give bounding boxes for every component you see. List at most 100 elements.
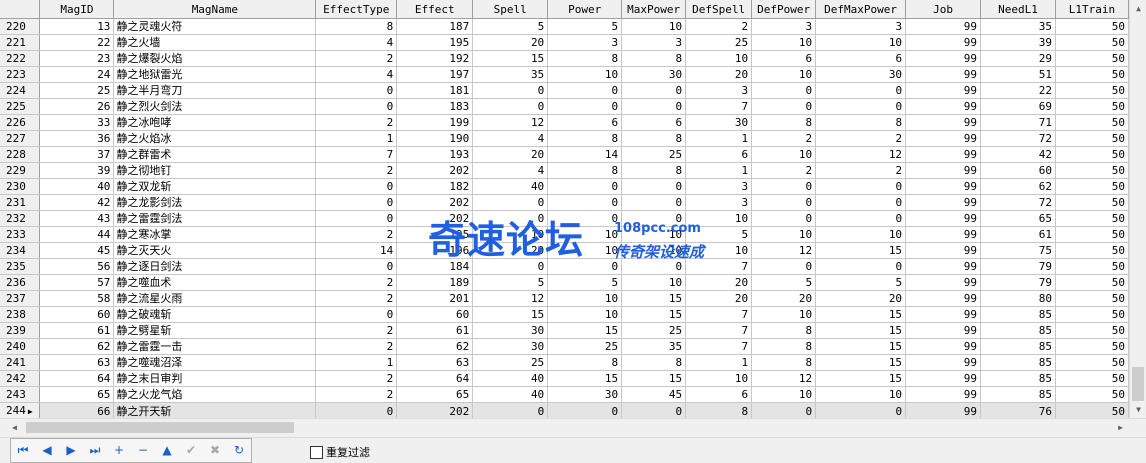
table-row[interactable]: 221 22 静之火墙 4 195 20 3 3 25 10 10 99 39 50 — [0, 34, 1129, 51]
cell-defpower[interactable]: 0 — [751, 194, 817, 211]
row-indicator[interactable]: 220 — [0, 18, 41, 35]
cell-effect[interactable]: 181 — [396, 82, 474, 99]
cell-l1train[interactable]: 50 — [1055, 338, 1129, 355]
cell-l1train[interactable]: 50 — [1055, 274, 1129, 291]
magic-data-grid[interactable]: MagID MagName EffectType Effect Spell Power Ma… — [0, 0, 1129, 418]
scroll-right-arrow-icon[interactable]: ▶ — [1112, 419, 1129, 436]
row-indicator[interactable]: 237 — [0, 290, 41, 307]
table-row[interactable]: 234 45 静之灭天火 14 196 20 10 10 10 12 15 99 75 50 — [0, 242, 1129, 259]
cell-spell[interactable]: 4 — [472, 130, 549, 147]
cell-defpower[interactable]: 0 — [751, 402, 817, 418]
cell-needl1[interactable]: 79 — [980, 274, 1056, 291]
cell-l1train[interactable]: 50 — [1055, 386, 1129, 403]
cell-effecttype[interactable]: 0 — [315, 258, 398, 275]
cell-effect[interactable]: 197 — [396, 66, 474, 83]
cell-job[interactable]: 99 — [905, 114, 981, 131]
cell-needl1[interactable]: 51 — [980, 66, 1056, 83]
cell-magname[interactable]: 静之半月弯刀 — [113, 82, 317, 99]
cell-effect[interactable]: 182 — [396, 178, 474, 195]
cell-magid[interactable]: 43 — [39, 210, 115, 227]
cell-effect[interactable]: 65 — [396, 386, 474, 403]
cell-defpower[interactable]: 0 — [751, 98, 817, 115]
column-header-effecttype[interactable]: EffectType — [315, 0, 398, 19]
table-row[interactable]: 224 25 静之半月弯刀 0 181 0 0 0 3 0 0 99 22 50 — [0, 82, 1129, 99]
cell-defpower[interactable]: 20 — [751, 290, 817, 307]
cell-magid[interactable]: 39 — [39, 162, 115, 179]
table-row[interactable]: 226 33 静之冰咆哮 2 199 12 6 6 30 8 8 99 71 50 — [0, 114, 1129, 131]
cell-effect[interactable]: 195 — [396, 226, 474, 243]
table-row[interactable]: 238 60 静之破魂斩 0 60 15 10 15 7 10 15 99 85 50 — [0, 306, 1129, 323]
cell-magname[interactable]: 静之雷霆剑法 — [113, 210, 317, 227]
horizontal-scroll-thumb[interactable] — [26, 422, 294, 433]
cell-effect[interactable]: 189 — [396, 274, 474, 291]
cell-spell[interactable]: 30 — [472, 338, 549, 355]
cell-maxpower[interactable]: 8 — [621, 130, 687, 147]
cell-power[interactable]: 8 — [547, 130, 623, 147]
cell-spell[interactable]: 30 — [472, 322, 549, 339]
cell-spell[interactable]: 20 — [472, 242, 549, 259]
row-indicator[interactable]: 224 — [0, 82, 41, 99]
cell-needl1[interactable]: 85 — [980, 338, 1056, 355]
cell-needl1[interactable]: 80 — [980, 290, 1056, 307]
table-row[interactable]: 236 57 静之噬血术 2 189 5 5 10 20 5 5 99 79 50 — [0, 274, 1129, 291]
cell-maxpower[interactable]: 8 — [621, 50, 687, 67]
cell-defpower[interactable]: 2 — [751, 130, 817, 147]
cell-effecttype[interactable]: 4 — [315, 66, 398, 83]
cell-defmaxpower[interactable]: 15 — [815, 338, 907, 355]
cell-defpower[interactable]: 8 — [751, 322, 817, 339]
cell-defpower[interactable]: 0 — [751, 210, 817, 227]
cell-power[interactable]: 0 — [547, 402, 623, 418]
cell-job[interactable]: 99 — [905, 146, 981, 163]
cell-maxpower[interactable]: 15 — [621, 306, 687, 323]
cell-defpower[interactable]: 8 — [751, 114, 817, 131]
cell-effect[interactable]: 61 — [396, 322, 474, 339]
row-indicator[interactable]: 234 — [0, 242, 41, 259]
cell-job[interactable]: 99 — [905, 162, 981, 179]
next-record-button[interactable]: ▶ — [59, 439, 83, 461]
cell-defmaxpower[interactable]: 15 — [815, 306, 907, 323]
cell-defspell[interactable]: 1 — [685, 354, 753, 371]
cell-needl1[interactable]: 85 — [980, 306, 1056, 323]
insert-record-button[interactable]: + — [107, 439, 131, 461]
scroll-left-arrow-icon[interactable]: ◀ — [6, 419, 23, 436]
table-row[interactable]: 220 13 静之灵魂火符 8 187 5 5 10 2 3 3 99 35 50 — [0, 18, 1129, 35]
cell-defspell[interactable]: 20 — [685, 274, 753, 291]
cell-power[interactable]: 6 — [547, 114, 623, 131]
cell-effecttype[interactable]: 2 — [315, 370, 398, 387]
cell-defspell[interactable]: 1 — [685, 130, 753, 147]
cell-defmaxpower[interactable]: 0 — [815, 194, 907, 211]
cell-needl1[interactable]: 85 — [980, 370, 1056, 387]
cell-maxpower[interactable]: 25 — [621, 146, 687, 163]
cell-effecttype[interactable]: 4 — [315, 34, 398, 51]
cell-defmaxpower[interactable]: 5 — [815, 274, 907, 291]
row-indicator[interactable]: 228 — [0, 146, 41, 163]
cell-spell[interactable]: 12 — [472, 290, 549, 307]
cell-defspell[interactable]: 25 — [685, 34, 753, 51]
row-indicator[interactable]: 223 — [0, 66, 41, 83]
cell-defpower[interactable]: 12 — [751, 242, 817, 259]
cell-job[interactable]: 99 — [905, 354, 981, 371]
cell-defspell[interactable]: 3 — [685, 178, 753, 195]
cell-defpower[interactable]: 0 — [751, 178, 817, 195]
cell-needl1[interactable]: 85 — [980, 354, 1056, 371]
cell-effect[interactable]: 60 — [396, 306, 474, 323]
cell-defmaxpower[interactable]: 2 — [815, 130, 907, 147]
cell-defspell[interactable]: 7 — [685, 258, 753, 275]
cell-needl1[interactable]: 35 — [980, 18, 1056, 35]
cell-maxpower[interactable]: 8 — [621, 162, 687, 179]
cell-spell[interactable]: 40 — [472, 386, 549, 403]
cell-defmaxpower[interactable]: 12 — [815, 146, 907, 163]
cell-defpower[interactable]: 10 — [751, 146, 817, 163]
cell-maxpower[interactable]: 30 — [621, 66, 687, 83]
cell-power[interactable]: 0 — [547, 258, 623, 275]
cell-job[interactable]: 99 — [905, 66, 981, 83]
cell-power[interactable]: 14 — [547, 146, 623, 163]
cell-defpower[interactable]: 10 — [751, 226, 817, 243]
cell-maxpower[interactable]: 0 — [621, 210, 687, 227]
cell-spell[interactable]: 40 — [472, 370, 549, 387]
cell-defmaxpower[interactable]: 10 — [815, 386, 907, 403]
cell-magid[interactable]: 63 — [39, 354, 115, 371]
cell-l1train[interactable]: 50 — [1055, 194, 1129, 211]
cell-effecttype[interactable]: 14 — [315, 242, 398, 259]
cell-effecttype[interactable]: 2 — [315, 114, 398, 131]
